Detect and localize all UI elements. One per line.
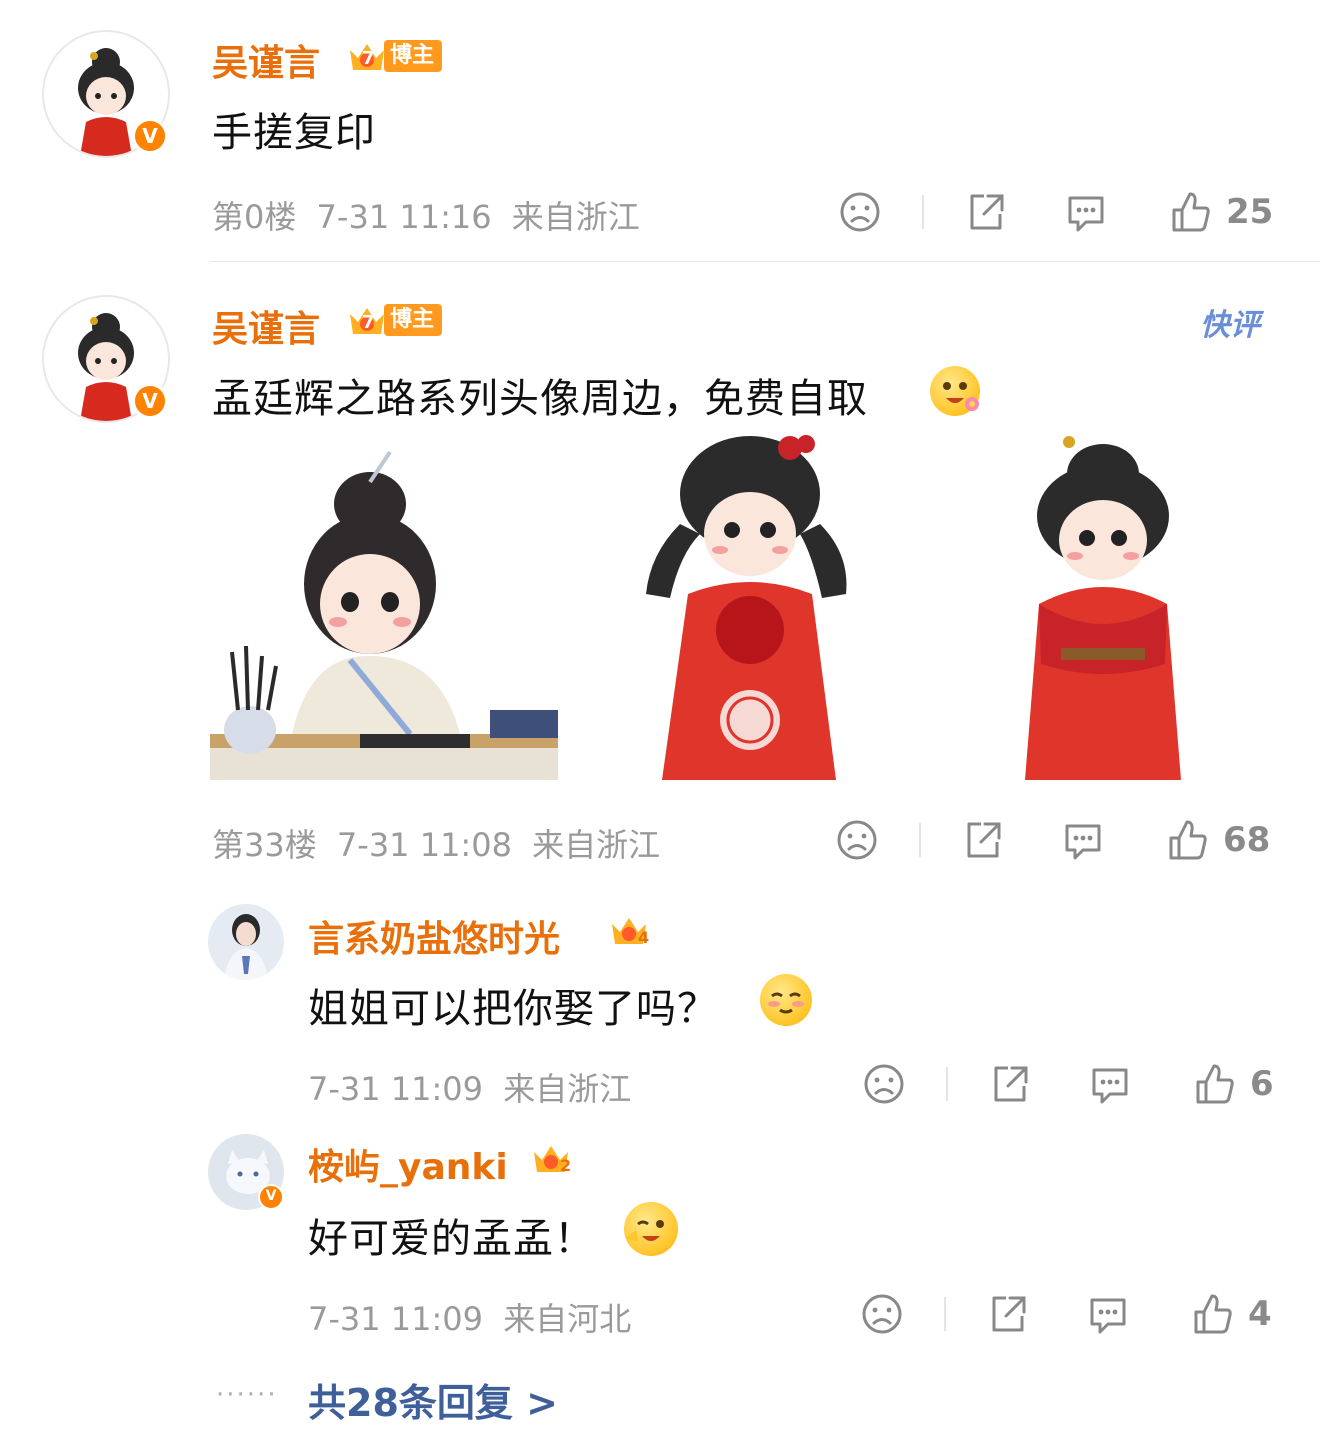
comment-text-body: 孟廷辉之路系列头像周边，免费自取 [212, 376, 868, 422]
verified-icon: V [132, 383, 168, 419]
location: 来自浙江 [511, 198, 640, 236]
badge-label: 博主 [384, 40, 443, 72]
crown-icon: 7 [346, 302, 388, 338]
comment-icon[interactable] [1061, 818, 1105, 862]
quick-review-tag[interactable]: 快评 [1200, 300, 1260, 344]
illustration-red-robe-cape [995, 434, 1210, 780]
comment-image-1[interactable] [210, 434, 558, 780]
emoji-icon [930, 366, 980, 416]
illustration-red-robe-pigtails [610, 434, 880, 780]
like-count: 4 [1248, 1294, 1272, 1334]
like-button[interactable]: 25 [1168, 190, 1273, 234]
username[interactable]: 言系奶盐悠时光 [308, 910, 560, 962]
illustration-writing-desk [210, 434, 558, 780]
timestamp: 7-31 11:09 [308, 1300, 484, 1338]
comment-meta: 第0楼 7-31 11:16 来自浙江 [212, 192, 640, 238]
username[interactable]: 吴谨言 [212, 34, 320, 86]
like-icon [1194, 1294, 1232, 1334]
like-count: 68 [1223, 820, 1271, 860]
reply-actions: 6 [862, 1060, 1274, 1108]
share-icon[interactable] [961, 818, 1005, 862]
username[interactable]: 吴谨言 [212, 300, 320, 352]
location: 来自浙江 [503, 1070, 632, 1108]
divider [946, 1067, 948, 1101]
comment-image-2[interactable] [610, 434, 880, 780]
crown-icon: 4 [608, 912, 650, 948]
level-number: 7 [362, 312, 375, 333]
timestamp: 7-31 11:09 [308, 1070, 484, 1108]
share-icon[interactable] [988, 1062, 1032, 1106]
like-icon [1172, 192, 1210, 232]
comment-icon[interactable] [1088, 1062, 1132, 1106]
location: 来自河北 [503, 1300, 632, 1338]
comment-text: 孟廷辉之路系列头像周边，免费自取 [212, 366, 868, 424]
blogger-badge: 7 博主 [346, 38, 443, 74]
divider [944, 1297, 946, 1331]
timestamp: 7-31 11:16 [316, 198, 492, 236]
divider [919, 823, 921, 857]
blogger-badge: 7 博主 [346, 302, 443, 338]
verified-icon: V [258, 1184, 284, 1210]
dislike-icon[interactable] [860, 1292, 904, 1336]
floor-label: 第0楼 [212, 198, 297, 236]
reply-actions: 4 [860, 1290, 1272, 1338]
share-icon[interactable] [964, 190, 1008, 234]
badge-label: 博主 [384, 304, 443, 336]
level-number: 7 [362, 48, 375, 69]
reply-meta: 7-31 11:09 来自河北 [308, 1294, 631, 1340]
location: 来自浙江 [532, 826, 661, 864]
like-count: 25 [1226, 192, 1274, 232]
comment-divider [210, 261, 1320, 262]
avatar-photo [208, 904, 284, 980]
crown-icon: 2 [530, 1140, 572, 1176]
avatar[interactable] [208, 904, 284, 980]
floor-label: 第33楼 [212, 826, 317, 864]
reply-text: 好可爱的孟孟！ [308, 1216, 595, 1262]
dislike-icon[interactable] [862, 1062, 906, 1106]
more-replies-dots: ······ [216, 1380, 278, 1410]
comment-icon[interactable] [1064, 190, 1108, 234]
level-number: 4 [638, 928, 650, 947]
level-number: 2 [560, 1156, 572, 1175]
like-count: 6 [1250, 1064, 1274, 1104]
like-icon [1196, 1064, 1234, 1104]
comment-actions: 25 [838, 188, 1273, 236]
comment-text: 手搓复印 [212, 110, 376, 156]
comment-actions: 68 [835, 816, 1270, 864]
reply-text: 姐姐可以把你娶了吗？ [308, 986, 718, 1032]
reply-meta: 7-31 11:09 来自浙江 [308, 1064, 631, 1110]
comment-icon[interactable] [1086, 1292, 1130, 1336]
share-icon[interactable] [986, 1292, 1030, 1336]
like-button[interactable]: 4 [1190, 1292, 1272, 1336]
comment-image-3[interactable] [995, 434, 1210, 780]
dislike-icon[interactable] [838, 190, 882, 234]
emoji-icon [624, 1202, 678, 1256]
verified-icon: V [132, 118, 168, 154]
like-icon [1169, 820, 1207, 860]
like-button[interactable]: 6 [1192, 1062, 1274, 1106]
dislike-icon[interactable] [835, 818, 879, 862]
crown-icon: 7 [346, 38, 388, 74]
emoji-icon [760, 974, 812, 1026]
divider [922, 195, 924, 229]
timestamp: 7-31 11:08 [336, 826, 512, 864]
like-button[interactable]: 68 [1165, 818, 1270, 862]
more-replies-link[interactable]: 共28条回复 > [308, 1372, 558, 1427]
comment-meta: 第33楼 7-31 11:08 来自浙江 [212, 820, 660, 866]
username[interactable]: 桉屿_yanki [308, 1138, 508, 1190]
